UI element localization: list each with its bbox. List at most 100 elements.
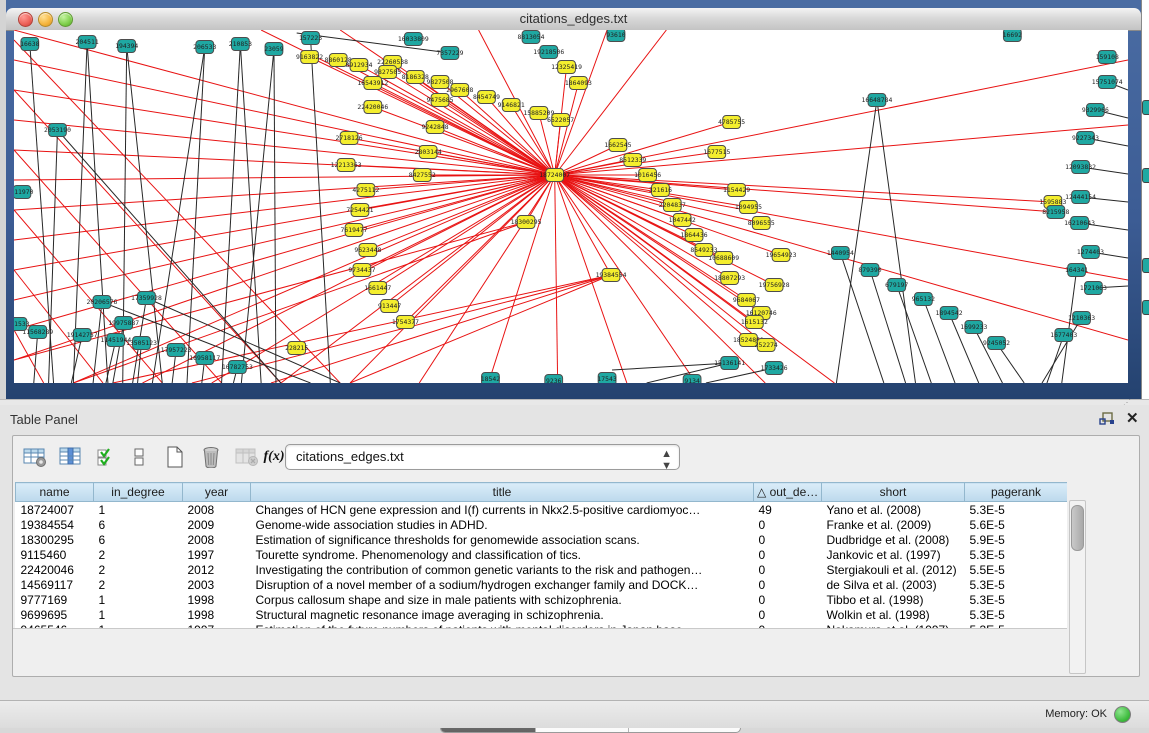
graph-node[interactable]: 16958117 [189,352,220,365]
graph-node[interactable]: 9245052 [983,337,1010,350]
red-edge[interactable] [555,175,730,278]
table-row[interactable]: 2242004622012Investigating the contribut… [16,562,1068,577]
table-vertical-scrollbar[interactable] [1069,500,1086,674]
table-cell[interactable]: 2008 [183,502,251,518]
table-cell[interactable]: Changes of HCN gene expression and I(f) … [251,502,754,518]
graph-node[interactable]: 2967608 [446,84,473,97]
column-header-pagerank[interactable]: pagerank [965,483,1068,502]
table-cell[interactable]: 1 [94,502,183,518]
red-edge[interactable] [555,175,683,220]
table-cell[interactable]: 5.3E-5 [965,547,1068,562]
graph-node[interactable]: 8427552 [409,169,436,182]
graph-node[interactable]: 1864436 [681,229,708,242]
table-cell[interactable]: Jankovic et al. (1997) [822,547,965,562]
graph-node[interactable]: 2053190 [44,124,71,137]
graph-node[interactable]: 12093832 [1065,161,1096,174]
table-cell[interactable]: 0 [754,547,822,562]
black-edge[interactable] [877,100,916,383]
table-cell[interactable]: Tibbo et al. (1998) [822,592,965,607]
table-cell[interactable]: Stergiakouli et al. (2012) [822,562,965,577]
table-row[interactable]: 1872400712008Changes of HCN gene express… [16,502,1068,518]
table-cell[interactable]: 5.3E-5 [965,622,1068,629]
graph-node[interactable]: 9134 [683,375,701,384]
graph-node[interactable]: 16638 [20,38,39,51]
graph-node[interactable]: 1864093 [565,77,592,90]
graph-node[interactable]: 1677515 [703,146,730,159]
graph-node[interactable]: 19142757 [67,329,98,342]
graph-node[interactable]: 206533 [193,41,216,54]
table-cell[interactable]: 5.6E-5 [965,517,1068,532]
graph-node[interactable]: 23059 [264,43,283,56]
table-row[interactable]: 969969511998Structural magnetic resonanc… [16,607,1068,622]
column-header-name[interactable]: name [16,483,94,502]
graph-node[interactable]: 7619477 [341,224,368,237]
table-row[interactable]: 1938455462009Genome-wide association stu… [16,517,1068,532]
table-cell[interactable]: 5.3E-5 [965,577,1068,592]
table-cell[interactable]: 9465546 [16,622,94,629]
graph-node[interactable]: 111970 [14,186,34,199]
graph-node[interactable]: 8512339 [619,154,646,167]
table-cell[interactable]: 0 [754,622,822,629]
table-cell[interactable]: 6 [94,517,183,532]
graph-node[interactable]: 879390 [858,264,881,277]
graph-node[interactable]: 16033809 [398,33,429,46]
black-edge[interactable] [152,47,204,383]
table-cell[interactable]: 1997 [183,622,251,629]
graph-node[interactable]: 321616 [649,184,672,197]
graph-node[interactable]: 157223 [299,32,322,45]
red-edge[interactable] [373,107,555,175]
black-edge[interactable] [1047,335,1064,383]
table-cell[interactable]: 1997 [183,547,251,562]
table-cell[interactable]: Structural magnetic resonance image aver… [251,607,754,622]
black-edge[interactable] [71,335,82,383]
table-cell[interactable]: Genome-wide association studies in ADHD. [251,517,754,532]
table-row[interactable]: 977716911998Corpus callosum shape and si… [16,592,1068,607]
graph-node[interactable]: 210853 [229,38,252,51]
graph-node[interactable]: 252274 [755,339,778,352]
graph-node[interactable]: 1440954 [827,247,854,260]
table-cell[interactable]: 9699695 [16,607,94,622]
graph-node[interactable]: 18300295 [511,216,542,229]
black-edge[interactable] [123,46,127,383]
graph-node[interactable]: 9623448 [354,244,381,257]
table-row[interactable]: 911546021997Tourette syndrome. Phenomeno… [16,547,1068,562]
graph-node[interactable]: 7254421 [346,204,373,217]
graph-node[interactable]: 913447 [378,300,401,313]
table-cell[interactable]: 5.3E-5 [965,502,1068,518]
graph-node[interactable]: 6522057 [547,114,574,127]
table-cell[interactable]: 19384554 [16,517,94,532]
graph-node[interactable]: 8454749 [473,91,500,104]
graph-node[interactable]: 17957223 [161,344,192,357]
graph-node[interactable]: 12444154 [1065,191,1096,204]
table-cell[interactable]: 2008 [183,532,251,547]
table-cell[interactable]: 1 [94,607,183,622]
table-row[interactable]: 946554611997Estimation of the future num… [16,622,1068,629]
table-cell[interactable]: 9777169 [16,592,94,607]
graph-node[interactable]: 965132 [912,293,935,306]
graph-node[interactable]: 2718126 [336,132,363,145]
graph-node[interactable]: 16543912 [357,77,388,90]
graph-node[interactable]: 164341 [1065,264,1088,277]
table-cell[interactable]: 2 [94,562,183,577]
table-cell[interactable]: 0 [754,562,822,577]
node-table[interactable]: namein_degreeyeartitle△ out_de…shortpage… [13,436,1067,629]
citation-network-graph[interactable]: 1872400791638228860128891293422260538982… [14,30,1128,383]
column-header-short[interactable]: short [822,483,965,502]
graph-node[interactable]: 1615132 [741,316,768,329]
table-cell[interactable]: 0 [754,577,822,592]
graph-node[interactable]: 1894542 [936,307,963,320]
black-edge[interactable] [974,327,1003,383]
table-cell[interactable]: 5.5E-5 [965,562,1068,577]
black-edge[interactable] [274,49,276,383]
graph-node[interactable]: 8215958 [1042,206,1069,219]
graph-node[interactable]: 1677403 [1050,329,1077,342]
red-edge[interactable] [14,175,555,270]
table-cell[interactable]: Estimation of significance thresholds fo… [251,532,754,547]
table-cell[interactable]: Dudbridge et al. (2008) [822,532,965,547]
table-cell[interactable]: 0 [754,592,822,607]
graph-node[interactable]: 9684067 [733,294,760,307]
red-edge[interactable] [488,175,554,383]
table-cell[interactable]: 18300295 [16,532,94,547]
graph-node[interactable]: 1754377 [392,316,419,329]
graph-node[interactable]: 12325419 [551,61,582,74]
